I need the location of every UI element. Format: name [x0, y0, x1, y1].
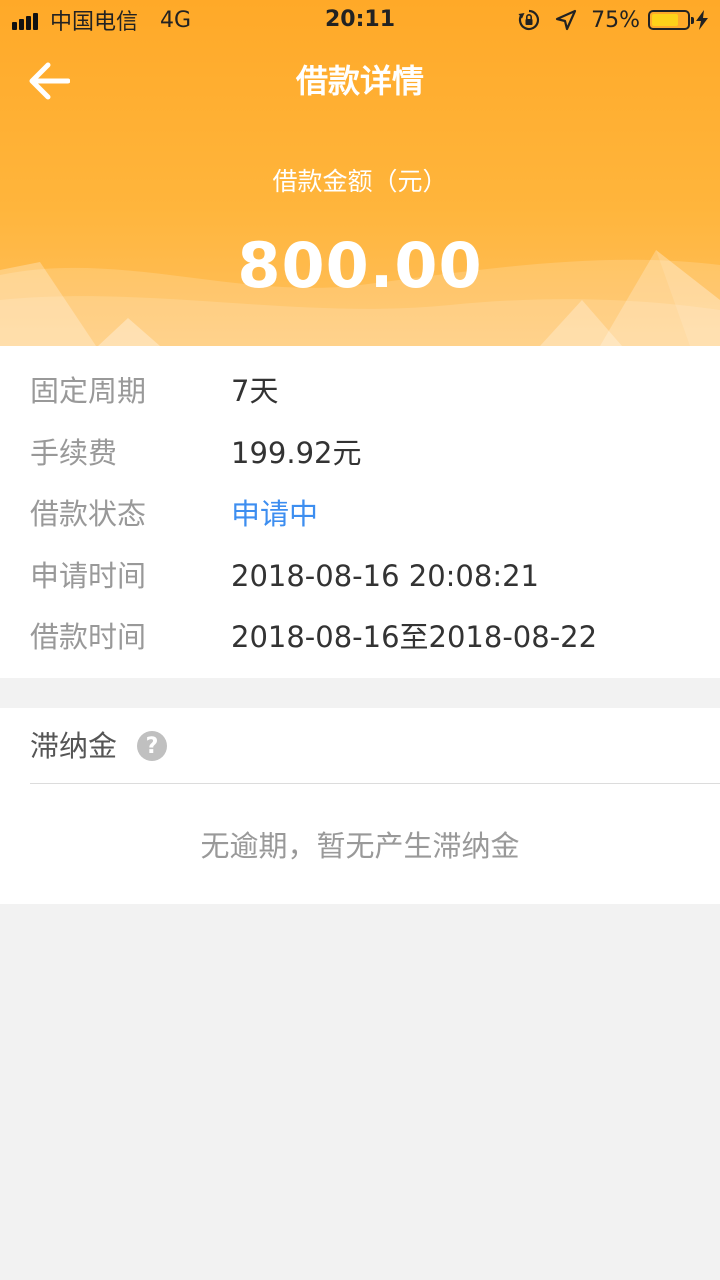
orientation-lock-icon	[517, 8, 541, 32]
page-title: 借款详情	[295, 62, 424, 100]
detail-label: 固定周期	[30, 374, 147, 408]
battery-percent: 75%	[591, 7, 640, 33]
late-fee-header: 滞纳金 ?	[30, 720, 168, 772]
location-arrow-icon	[555, 9, 577, 31]
charging-bolt-icon	[696, 10, 708, 30]
detail-label: 借款状态	[30, 497, 147, 531]
detail-label: 手续费	[30, 436, 118, 470]
late-fee-card: 滞纳金 ? 无逾期，暂无产生滞纳金	[0, 708, 720, 904]
detail-row-fee: 手续费 199.92元	[0, 428, 720, 478]
detail-row-loan-period: 借款时间 2018-08-16至2018-08-22	[0, 612, 720, 662]
detail-row-apply-time: 申请时间 2018-08-16 20:08:21	[0, 551, 720, 601]
header-banner: 中国电信 4G 20:11 75% 借款详情 借款金额（元） 800.00	[0, 0, 720, 346]
detail-row-status: 借款状态 申请中	[0, 489, 720, 539]
amount-value: 800.00	[237, 229, 483, 302]
detail-value: 2018-08-16 20:08:21	[231, 559, 539, 593]
amount-label: 借款金额（元）	[272, 167, 448, 196]
screen: 中国电信 4G 20:11 75% 借款详情 借款金额（元） 800.00 固定…	[0, 0, 720, 1280]
status-value: 申请中	[231, 497, 319, 531]
question-mark-icon[interactable]: ?	[137, 731, 168, 761]
late-fee-empty-text: 无逾期，暂无产生滞纳金	[200, 829, 520, 863]
divider	[30, 783, 720, 784]
detail-value: 199.92元	[231, 436, 362, 470]
detail-label: 申请时间	[30, 559, 147, 593]
status-bar: 中国电信 4G 20:11 75%	[0, 0, 720, 40]
detail-row-period: 固定周期 7天	[0, 366, 720, 416]
detail-value: 2018-08-16至2018-08-22	[231, 620, 598, 654]
loan-details-card: 固定周期 7天 手续费 199.92元 借款状态 申请中 申请时间 2018-0…	[0, 346, 720, 678]
detail-label: 借款时间	[30, 620, 147, 654]
status-right: 75%	[517, 6, 708, 34]
nav-bar: 借款详情	[0, 46, 720, 116]
detail-value: 7天	[231, 374, 279, 408]
battery-icon	[648, 10, 694, 30]
battery-fill	[652, 14, 678, 26]
late-fee-title: 滞纳金	[30, 729, 118, 763]
